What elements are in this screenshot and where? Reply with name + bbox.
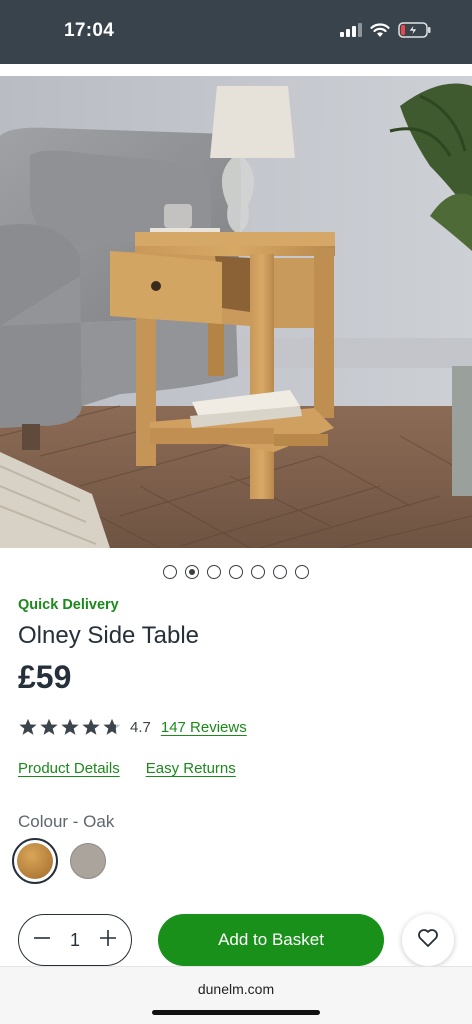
colour-swatches (12, 838, 106, 884)
colour-swatch-grey[interactable] (70, 843, 106, 879)
battery-charging-icon (398, 22, 432, 43)
rating-stars (18, 718, 122, 736)
carousel-dot[interactable] (163, 565, 177, 579)
rating-row: 4.7 147 Reviews (18, 716, 247, 738)
star-icon (40, 718, 58, 735)
url-text: dunelm.com (197, 981, 275, 997)
plus-icon[interactable] (99, 929, 117, 952)
heart-icon (417, 928, 439, 953)
carousel-dot[interactable] (295, 565, 309, 579)
wifi-icon (370, 22, 390, 43)
star-icon (19, 718, 37, 735)
home-indicator[interactable] (152, 1010, 320, 1015)
minus-icon[interactable] (33, 929, 51, 952)
easy-returns-link[interactable]: Easy Returns (146, 760, 236, 777)
add-to-basket-button[interactable]: Add to Basket (158, 914, 384, 966)
browser-url-bar[interactable]: dunelm.com (0, 966, 472, 1024)
product-image[interactable] (0, 76, 472, 548)
reviews-link[interactable]: 147 Reviews (161, 719, 247, 736)
quantity-stepper: 1 (18, 914, 132, 966)
star-icon (61, 718, 79, 735)
oak-swatch-fill (17, 843, 53, 879)
carousel-dot[interactable] (185, 565, 199, 579)
status-time: 17:04 (64, 20, 115, 41)
carousel-dot[interactable] (251, 565, 265, 579)
star-icon (103, 718, 121, 735)
quantity-value[interactable]: 1 (70, 930, 80, 951)
quick-delivery-badge: Quick Delivery (18, 597, 119, 613)
wishlist-button[interactable] (402, 914, 454, 966)
colour-label: Colour - Oak (18, 812, 115, 831)
carousel-dot[interactable] (207, 565, 221, 579)
carousel-dot[interactable] (273, 565, 287, 579)
colour-swatch-oak[interactable] (12, 838, 58, 884)
image-carousel-dots[interactable] (0, 565, 472, 579)
info-links: Product Details Easy Returns (18, 760, 236, 777)
product-title: Olney Side Table (18, 622, 200, 649)
product-price: £59 (18, 659, 72, 695)
status-bar: 17:04 (0, 0, 472, 64)
carousel-dot[interactable] (229, 565, 243, 579)
rating-value: 4.7 (130, 718, 151, 736)
status-icons (340, 22, 432, 43)
product-photo (0, 76, 472, 548)
product-details-link[interactable]: Product Details (18, 760, 120, 777)
signal-icon (340, 23, 362, 42)
star-icon (82, 718, 100, 735)
